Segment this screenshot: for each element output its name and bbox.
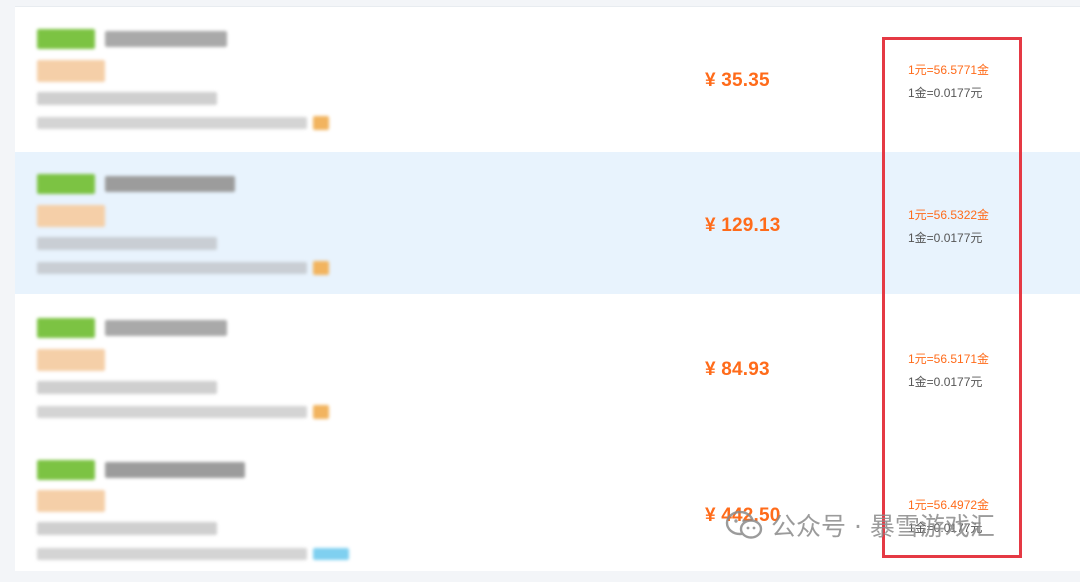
rate-yuan-per-gold: 1金=0.0177元: [908, 86, 983, 100]
price: ¥ 84.93: [705, 359, 770, 380]
listing-row[interactable]: ¥ 84.93 1元=56.5171金 1金=0.0177元: [15, 296, 1080, 438]
listing-title-blurred: [105, 31, 227, 47]
listing-meta-blurred: [37, 548, 307, 560]
listing-meta-blurred: [37, 262, 307, 274]
listing-desc-blurred: [37, 92, 217, 105]
listing-title-blurred: [105, 176, 235, 192]
watermark-text: 公众号 · 暴雪游戏汇: [771, 512, 995, 541]
seller-tag-blurred: [37, 29, 95, 49]
meta-icon-blurred: [313, 548, 349, 560]
listing-row[interactable]: ¥ 129.13 1元=56.5322金 1金=0.0177元: [15, 152, 1080, 294]
watermark: 公众号 · 暴雪游戏汇: [725, 505, 995, 545]
wechat-icon: [725, 510, 763, 539]
seller-tag-blurred: [37, 460, 95, 480]
price: ¥ 35.35: [705, 70, 770, 91]
listing-panel: ¥ 35.35 1元=56.5771金 1金=0.0177元 ¥ 129.13 …: [15, 6, 1080, 571]
rate-gold-per-yuan: 1元=56.5771金: [908, 63, 990, 77]
rate-yuan-per-gold: 1金=0.0177元: [908, 375, 983, 389]
meta-icon-blurred: [313, 405, 329, 419]
listing-desc-blurred: [37, 237, 217, 250]
seller-tag-blurred: [37, 174, 95, 194]
listing-row[interactable]: ¥ 35.35 1元=56.5771金 1金=0.0177元: [15, 7, 1080, 149]
listing-meta-blurred: [37, 406, 307, 418]
badge-blurred: [37, 490, 105, 512]
rate-gold-per-yuan: 1元=56.5171金: [908, 352, 990, 366]
badge-blurred: [37, 205, 105, 227]
rate-gold-per-yuan: 1元=56.5322金: [908, 208, 990, 222]
meta-icon-blurred: [313, 261, 329, 275]
badge-blurred: [37, 60, 105, 82]
price: ¥ 129.13: [705, 215, 781, 236]
badge-blurred: [37, 349, 105, 371]
meta-icon-blurred: [313, 116, 329, 130]
listing-title-blurred: [105, 462, 245, 478]
listing-meta-blurred: [37, 117, 307, 129]
seller-tag-blurred: [37, 318, 95, 338]
rate-yuan-per-gold: 1金=0.0177元: [908, 231, 983, 245]
listing-desc-blurred: [37, 381, 217, 394]
listing-title-blurred: [105, 320, 227, 336]
listing-desc-blurred: [37, 522, 217, 535]
